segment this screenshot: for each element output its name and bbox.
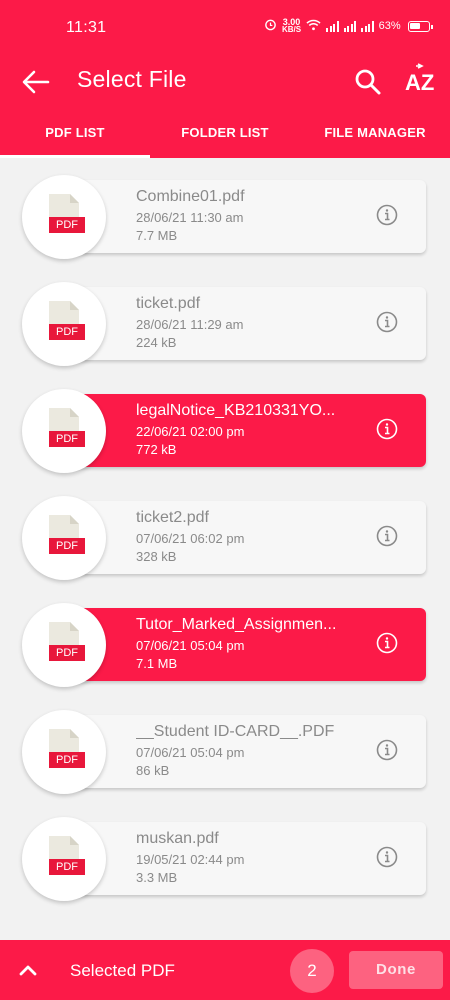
file-date: 22/06/21 02:00 pm (136, 424, 245, 439)
file-thumbnail: PDF (22, 282, 106, 366)
file-thumbnail: PDF (22, 175, 106, 259)
chevron-up-icon (19, 965, 37, 976)
pdf-badge: PDF (49, 752, 85, 768)
wifi-icon (306, 19, 321, 34)
signal-2-icon (361, 20, 374, 32)
file-date: 07/06/21 06:02 pm (136, 531, 245, 546)
battery-percent: 63% (378, 20, 401, 32)
search-icon (355, 69, 381, 95)
net-speed-unit: KB/S (282, 25, 302, 34)
file-row[interactable]: Combine01.pdf 28/06/21 11:30 am 7.7 MB P… (0, 158, 450, 265)
file-card[interactable]: Combine01.pdf 28/06/21 11:30 am 7.7 MB (60, 180, 426, 253)
file-thumbnail: PDF (22, 710, 106, 794)
file-card[interactable]: Tutor_Marked_Assignmen... 07/06/21 05:04… (60, 608, 426, 681)
signal-icon (343, 20, 357, 32)
alarm-icon (264, 18, 277, 34)
info-button[interactable] (375, 524, 399, 548)
status-time: 11:31 (66, 19, 107, 36)
file-row[interactable]: muskan.pdf 19/05/21 02:44 pm 3.3 MB PDF (0, 800, 450, 907)
pdf-badge: PDF (49, 645, 85, 661)
file-date: 28/06/21 11:30 am (136, 210, 244, 225)
net-speed: 3.00 KB/S (282, 18, 301, 34)
file-row[interactable]: ticket2.pdf 07/06/21 06:02 pm 328 kB PDF (0, 479, 450, 586)
file-thumbnail: PDF (22, 817, 106, 901)
file-row[interactable]: legalNotice_KB210331YO... 22/06/21 02:00… (0, 372, 450, 479)
file-name: __Student ID-CARD__.PDF (136, 723, 335, 740)
pdf-badge: PDF (49, 859, 85, 875)
file-name: ticket.pdf (136, 295, 201, 312)
tab-pdf-list[interactable]: PDF LIST (0, 112, 150, 158)
top-app-bar: 11:31 3.00 KB/S 63% Select File AZ PDF L… (0, 0, 450, 158)
file-row[interactable]: __Student ID-CARD__.PDF 07/06/21 05:04 p… (0, 693, 450, 800)
file-date: 07/06/21 05:04 pm (136, 745, 245, 760)
selected-count-badge: 2 (290, 949, 334, 993)
file-name: Tutor_Marked_Assignmen... (136, 616, 337, 633)
info-icon (376, 204, 398, 226)
info-button[interactable] (375, 738, 399, 762)
file-size: 3.3 MB (136, 870, 178, 885)
bottom-bar: Selected PDF 2 Done (0, 940, 450, 1000)
file-size: 328 kB (136, 549, 177, 564)
search-button[interactable] (350, 64, 386, 100)
arrow-back-icon (22, 70, 50, 94)
info-icon (376, 418, 398, 440)
file-card[interactable]: legalNotice_KB210331YO... 22/06/21 02:00… (60, 394, 426, 467)
sort-az-icon: AZ (405, 63, 434, 95)
info-icon (376, 846, 398, 868)
info-button[interactable] (375, 203, 399, 227)
file-date: 19/05/21 02:44 pm (136, 852, 245, 867)
info-icon (376, 311, 398, 333)
sort-button[interactable]: AZ (402, 62, 442, 102)
file-size: 7.1 MB (136, 656, 178, 671)
file-row[interactable]: Tutor_Marked_Assignmen... 07/06/21 05:04… (0, 586, 450, 693)
info-button[interactable] (375, 631, 399, 655)
pdf-badge: PDF (49, 431, 85, 447)
file-card[interactable]: ticket2.pdf 07/06/21 06:02 pm 328 kB (60, 501, 426, 574)
battery-icon (407, 20, 433, 32)
pdf-badge: PDF (49, 217, 85, 233)
file-date: 28/06/21 11:29 am (136, 317, 244, 332)
file-date: 07/06/21 05:04 pm (136, 638, 245, 653)
file-size: 86 kB (136, 763, 170, 778)
pdf-badge: PDF (49, 538, 85, 554)
volte-signal-icon (326, 20, 339, 32)
pdf-badge: PDF (49, 324, 85, 340)
tab-folder-list[interactable]: FOLDER LIST (150, 112, 300, 158)
info-icon (376, 632, 398, 654)
file-size: 772 kB (136, 442, 177, 457)
file-card[interactable]: __Student ID-CARD__.PDF 07/06/21 05:04 p… (60, 715, 426, 788)
battery-level (409, 22, 421, 29)
info-button[interactable] (375, 417, 399, 441)
info-icon (376, 739, 398, 761)
tab-bar: PDF LIST FOLDER LIST FILE MANAGER (0, 112, 450, 158)
file-card[interactable]: muskan.pdf 19/05/21 02:44 pm 3.3 MB (60, 822, 426, 895)
file-name: legalNotice_KB210331YO... (136, 402, 336, 419)
file-name: ticket2.pdf (136, 509, 209, 526)
file-row[interactable]: ticket.pdf 28/06/21 11:29 am 224 kB PDF (0, 265, 450, 372)
file-name: muskan.pdf (136, 830, 219, 847)
info-button[interactable] (375, 310, 399, 334)
status-icons: 3.00 KB/S 63% (264, 18, 433, 34)
file-name: Combine01.pdf (136, 188, 245, 205)
file-thumbnail: PDF (22, 389, 106, 473)
status-bar: 11:31 3.00 KB/S 63% (0, 0, 450, 56)
done-button[interactable]: Done (349, 951, 443, 989)
toolbar: Select File AZ (0, 56, 450, 112)
tab-file-manager[interactable]: FILE MANAGER (300, 112, 450, 158)
page-title: Select File (77, 66, 187, 92)
file-size: 7.7 MB (136, 228, 178, 243)
file-thumbnail: PDF (22, 496, 106, 580)
selected-label: Selected PDF (70, 961, 175, 980)
file-card[interactable]: ticket.pdf 28/06/21 11:29 am 224 kB (60, 287, 426, 360)
expand-button[interactable] (14, 956, 42, 984)
sort-label: AZ (405, 70, 434, 95)
info-button[interactable] (375, 845, 399, 869)
file-thumbnail: PDF (22, 603, 106, 687)
file-size: 224 kB (136, 335, 177, 350)
back-button[interactable] (18, 64, 54, 100)
info-icon (376, 525, 398, 547)
